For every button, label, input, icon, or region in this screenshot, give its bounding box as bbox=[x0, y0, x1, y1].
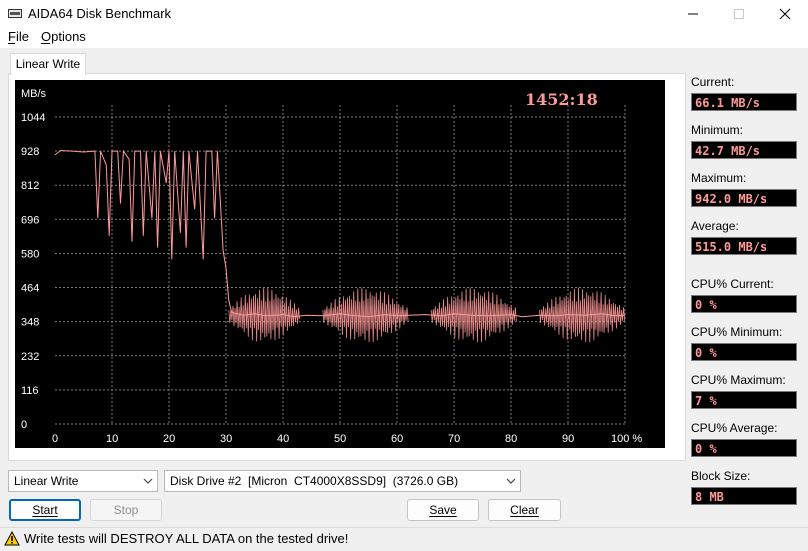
app-disk-icon bbox=[8, 9, 22, 18]
y-tick-label: 696 bbox=[21, 214, 39, 226]
average-label: Average: bbox=[691, 219, 739, 233]
cpu-maximum-label: CPU% Maximum: bbox=[691, 373, 786, 387]
minimum-label: Minimum: bbox=[691, 123, 744, 137]
options-mnemonic-underline bbox=[41, 43, 50, 44]
stop-button-label: Stop bbox=[113, 503, 139, 517]
menu-options-label: Options bbox=[41, 29, 86, 44]
cpu-minimum-label: CPU% Minimum: bbox=[691, 325, 783, 339]
file-mnemonic-underline bbox=[8, 43, 15, 44]
clear-button[interactable]: Clear bbox=[488, 499, 561, 521]
x-tick-label: 20 bbox=[163, 433, 175, 445]
series-oscillation-band bbox=[539, 287, 626, 343]
close-window-button[interactable] bbox=[762, 0, 808, 28]
menu-bar bbox=[0, 28, 808, 48]
cpu-current-label: CPU% Current: bbox=[691, 277, 774, 291]
x-tick-label: 30 bbox=[220, 433, 232, 445]
y-axis-unit-label: MB/s bbox=[21, 88, 47, 100]
clear-button-label: Clear bbox=[510, 503, 539, 517]
x-tick-label: 70 bbox=[448, 433, 460, 445]
warning-message: Write tests will DESTROY ALL DATA on the… bbox=[24, 531, 349, 546]
x-tick-label: 10 bbox=[106, 433, 118, 445]
save-button[interactable]: Save bbox=[407, 499, 479, 521]
chevron-down-icon bbox=[506, 478, 516, 484]
x-tick-label: 100 % bbox=[611, 433, 642, 445]
maximize-button bbox=[716, 0, 762, 28]
block-size-value[interactable]: 8 MB bbox=[691, 487, 797, 505]
save-button-label: Save bbox=[429, 503, 457, 517]
start-button-label: Start bbox=[32, 503, 58, 517]
benchmark-chart: 1044 928 812 696 580 464 348 232 116 0 0 10 20 30 40 50… bbox=[15, 80, 665, 448]
y-tick-label: 0 bbox=[21, 419, 27, 431]
y-tick-label: 928 bbox=[21, 146, 39, 158]
stop-button[interactable]: Stop bbox=[90, 499, 162, 521]
y-tick-label: 348 bbox=[21, 317, 39, 329]
series-oscillation-band bbox=[322, 287, 409, 343]
x-tick-label: 50 bbox=[334, 433, 346, 445]
minimum-value: 42.7 MB/s bbox=[691, 141, 797, 159]
maximum-label: Maximum: bbox=[691, 171, 747, 185]
current-value: 66.1 MB/s bbox=[691, 93, 797, 111]
cpu-minimum-value: 0 % bbox=[691, 343, 797, 361]
x-tick-label: 90 bbox=[562, 433, 574, 445]
y-tick-label: 812 bbox=[21, 180, 39, 192]
block-size-label: Block Size: bbox=[691, 469, 751, 483]
x-tick-label: 40 bbox=[277, 433, 289, 445]
menu-file[interactable]: File bbox=[8, 28, 29, 48]
minimize-button[interactable] bbox=[670, 0, 716, 28]
y-tick-label: 116 bbox=[21, 385, 39, 397]
average-value: 515.0 MB/s bbox=[691, 237, 797, 255]
elapsed-timer: 1452:18 bbox=[525, 90, 598, 109]
menu-file-label: File bbox=[8, 29, 29, 44]
drive-select-value: Disk Drive #2 [Micron CT4000X8SSD9] (372… bbox=[170, 474, 459, 488]
minimize-icon bbox=[688, 13, 698, 15]
menu-options[interactable]: Options bbox=[41, 28, 86, 48]
window-title: AIDA64 Disk Benchmark bbox=[28, 6, 172, 21]
tab-linear-write[interactable]: Linear Write bbox=[10, 53, 86, 75]
close-icon bbox=[779, 8, 791, 20]
series-oscillation-band bbox=[228, 287, 300, 342]
series-oscillation-band bbox=[430, 287, 517, 343]
y-tick-label: 232 bbox=[21, 351, 39, 363]
y-tick-label: 580 bbox=[21, 248, 39, 260]
chart-svg: 1044 928 812 696 580 464 348 232 116 0 0 10 20 30 40 50… bbox=[21, 88, 642, 445]
chevron-down-icon bbox=[143, 478, 153, 484]
cpu-average-value: 0 % bbox=[691, 439, 797, 457]
cpu-maximum-value: 7 % bbox=[691, 391, 797, 409]
test-type-select[interactable]: Linear Write bbox=[8, 470, 158, 492]
drive-select[interactable]: Disk Drive #2 [Micron CT4000X8SSD9] (372… bbox=[164, 470, 521, 492]
maximum-value: 942.0 MB/s bbox=[691, 189, 797, 207]
maximize-icon bbox=[734, 9, 744, 19]
x-tick-label: 0 bbox=[52, 433, 58, 445]
current-label: Current: bbox=[691, 75, 735, 89]
x-tick-label: 60 bbox=[391, 433, 403, 445]
start-button[interactable]: Start bbox=[9, 499, 81, 521]
test-type-select-value: Linear Write bbox=[14, 474, 79, 488]
y-tick-label: 1044 bbox=[21, 112, 45, 124]
warning-icon bbox=[4, 531, 20, 546]
cpu-current-value: 0 % bbox=[691, 295, 797, 313]
cpu-average-label: CPU% Average: bbox=[691, 421, 778, 435]
y-tick-label: 464 bbox=[21, 283, 39, 295]
x-tick-label: 80 bbox=[505, 433, 517, 445]
